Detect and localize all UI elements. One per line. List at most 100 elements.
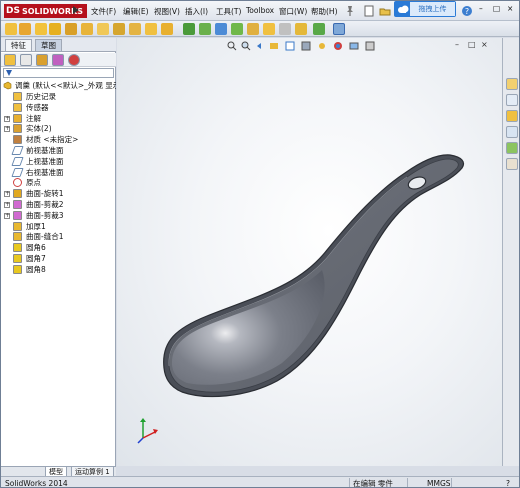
menu-expand-arrow-icon[interactable] bbox=[73, 6, 79, 14]
ds-logo-mark: DS bbox=[6, 6, 20, 16]
circle-tool-icon[interactable] bbox=[49, 23, 61, 35]
tree-item-label: 曲面-缝合1 bbox=[26, 232, 64, 242]
tree-item-label: 曲面-剪裁3 bbox=[26, 210, 64, 220]
tree-item-label: 前视基准面 bbox=[26, 146, 64, 155]
tree-item-label: 右视基准面 bbox=[26, 167, 64, 177]
convert-tool-icon[interactable] bbox=[231, 23, 243, 35]
trim-tool-icon[interactable] bbox=[161, 23, 173, 35]
tree-item-label: 历史记录 bbox=[26, 92, 56, 101]
svg-text:?: ? bbox=[465, 7, 469, 16]
tree-filter-input[interactable] bbox=[3, 68, 114, 78]
filter-icon bbox=[6, 70, 12, 76]
fillet-icon bbox=[13, 254, 22, 263]
point-tool-icon[interactable] bbox=[113, 23, 125, 35]
display-manager-icon[interactable] bbox=[68, 54, 80, 66]
quick-snaps-icon[interactable] bbox=[313, 23, 325, 35]
tree-item[interactable]: 圆角8 bbox=[1, 264, 116, 275]
appearances-scenes-icon[interactable] bbox=[506, 142, 518, 154]
spline-tool-icon[interactable] bbox=[65, 23, 77, 35]
offset-tool-icon[interactable] bbox=[215, 23, 227, 35]
tree-item-label: 加厚1 bbox=[26, 221, 46, 231]
tree-item[interactable]: 原点 bbox=[1, 177, 116, 188]
sketch-tool-icon[interactable] bbox=[5, 23, 17, 35]
rectangle-tool-icon[interactable] bbox=[81, 23, 93, 35]
property-manager-icon[interactable] bbox=[20, 54, 32, 66]
open-folder-icon[interactable] bbox=[379, 5, 391, 17]
status-divider bbox=[349, 478, 350, 487]
tree-item[interactable]: + 实体(2) bbox=[1, 123, 116, 134]
view-palette-icon[interactable] bbox=[506, 126, 518, 138]
annotation-icon bbox=[13, 113, 22, 123]
tree-item[interactable]: + 曲面-剪裁2 bbox=[1, 199, 116, 210]
configuration-manager-icon[interactable] bbox=[36, 54, 48, 66]
expand-icon[interactable]: + bbox=[4, 191, 10, 198]
tree-item[interactable]: 上视基准面 bbox=[1, 156, 116, 167]
tree-item[interactable]: 历史记录 bbox=[1, 91, 116, 102]
graphics-area[interactable]: – □ × bbox=[117, 38, 502, 466]
tree-root[interactable]: 调羹 (默认<<默认>_外观 显示 bbox=[1, 80, 116, 91]
solidworks-resources-icon[interactable] bbox=[506, 78, 518, 90]
tree-item[interactable]: 右视基准面 bbox=[1, 167, 116, 178]
tab-features[interactable]: 特征 bbox=[5, 39, 32, 51]
units-label[interactable]: MMGS bbox=[427, 478, 451, 487]
menu-insert[interactable]: 插入(I) bbox=[185, 6, 208, 17]
manager-tabs bbox=[1, 53, 116, 67]
tree-item[interactable]: 传感器 bbox=[1, 102, 116, 113]
menu-view[interactable]: 视图(V) bbox=[154, 6, 180, 17]
close-icon[interactable]: × bbox=[507, 4, 513, 13]
status-divider bbox=[451, 478, 452, 487]
repair-tool-icon[interactable] bbox=[295, 23, 307, 35]
arc-tool-icon[interactable] bbox=[35, 23, 47, 35]
expand-icon[interactable]: + bbox=[4, 115, 10, 122]
tree-item[interactable]: + 注解 bbox=[1, 113, 116, 124]
spoon-model[interactable] bbox=[117, 38, 502, 466]
menu-edit[interactable]: 编辑(E) bbox=[123, 6, 149, 17]
surface-knit-icon bbox=[13, 232, 22, 242]
design-library-icon[interactable] bbox=[506, 94, 518, 106]
status-bar: SolidWorks 2014 在编辑 零件 MMGS ? bbox=[1, 476, 519, 488]
polygon-tool-icon[interactable] bbox=[97, 23, 109, 35]
menu-toolbox[interactable]: Toolbox bbox=[246, 6, 274, 15]
status-help-icon[interactable]: ? bbox=[506, 478, 510, 487]
tree-item[interactable]: 加厚1 bbox=[1, 221, 116, 232]
menu-tools[interactable]: 工具(T) bbox=[216, 6, 241, 17]
line-tool-icon[interactable] bbox=[19, 23, 31, 35]
slot-tool-icon[interactable] bbox=[129, 23, 141, 35]
new-document-icon[interactable] bbox=[363, 5, 375, 17]
tree-item[interactable]: 前视基准面 bbox=[1, 145, 116, 156]
tree-item[interactable]: 圆角6 bbox=[1, 242, 116, 253]
rapid-sketch-icon[interactable] bbox=[333, 23, 345, 35]
upload-button[interactable]: 拖拽上传 bbox=[394, 1, 456, 17]
expand-icon[interactable]: + bbox=[4, 126, 10, 133]
tree-item[interactable]: 圆角7 bbox=[1, 253, 116, 264]
edit-mode-label: 在编辑 零件 bbox=[353, 479, 393, 488]
menu-help[interactable]: 帮助(H) bbox=[311, 6, 338, 17]
tree-item[interactable]: 材质 <未指定> bbox=[1, 134, 116, 145]
text-tool-icon[interactable] bbox=[145, 23, 157, 35]
pin-icon[interactable] bbox=[344, 5, 356, 17]
minimize-icon[interactable]: – bbox=[479, 4, 483, 13]
expand-icon[interactable]: + bbox=[4, 202, 10, 208]
tree-item[interactable]: + 曲面-旋转1 bbox=[1, 188, 116, 199]
menu-file[interactable]: 文件(F) bbox=[91, 6, 116, 17]
dimension-tool-icon[interactable] bbox=[247, 23, 259, 35]
help-icon[interactable]: ? bbox=[461, 5, 473, 17]
tree-item[interactable]: + 曲面-剪裁3 bbox=[1, 210, 116, 221]
expand-icon[interactable]: + bbox=[4, 212, 10, 219]
solid-bodies-icon bbox=[13, 124, 22, 134]
pattern-tool-icon[interactable] bbox=[183, 23, 195, 35]
custom-properties-icon[interactable] bbox=[506, 158, 518, 170]
feature-manager-icon[interactable] bbox=[4, 54, 16, 66]
tree-item[interactable]: 曲面-缝合1 bbox=[1, 231, 116, 242]
surface-trim-icon bbox=[13, 200, 22, 209]
relation-tool-icon[interactable] bbox=[263, 23, 275, 35]
file-explorer-icon[interactable] bbox=[506, 110, 518, 122]
mirror-tool-icon[interactable] bbox=[199, 23, 211, 35]
tab-sketch[interactable]: 草图 bbox=[35, 39, 62, 51]
restore-icon[interactable]: □ bbox=[493, 4, 500, 13]
thicken-icon bbox=[13, 221, 22, 231]
tree-item-label: 实体(2) bbox=[26, 124, 52, 134]
display-tool-icon[interactable] bbox=[279, 23, 291, 35]
menu-window[interactable]: 窗口(W) bbox=[279, 6, 307, 17]
dimxpert-icon[interactable] bbox=[52, 54, 64, 66]
